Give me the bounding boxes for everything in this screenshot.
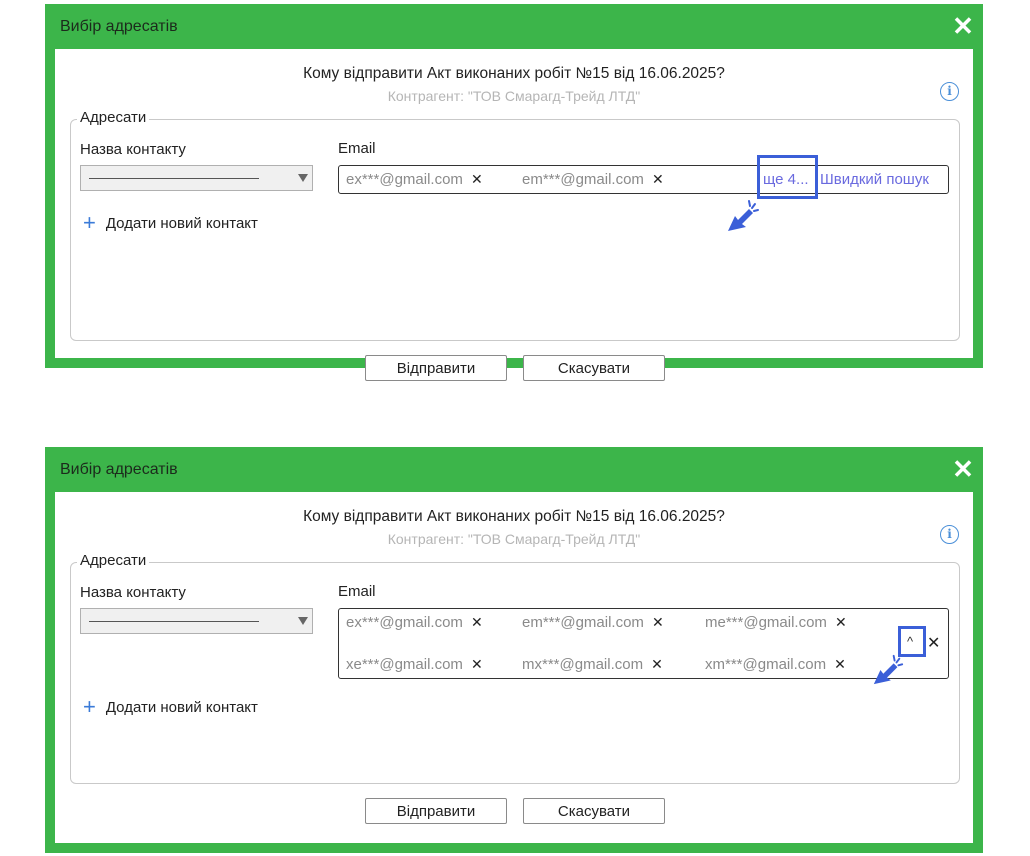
remove-chip-icon[interactable]: ✕: [834, 656, 846, 672]
plus-icon: +: [83, 694, 96, 719]
counterparty-text: Контрагент: "ТОВ Смарагд-Трейд ЛТД": [387, 531, 641, 547]
dialog-body: Кому відправити Акт виконаних робіт №15 …: [55, 492, 973, 843]
email-chip: ex***@gmail.com ✕: [346, 614, 483, 631]
info-icon[interactable]: i: [940, 82, 959, 101]
add-contact-label: Додати новий контакт: [105, 215, 258, 232]
recipients-group: Адресати Назва контакту Email ex***@gmai…: [70, 109, 960, 341]
chevron-down-icon: [298, 174, 308, 182]
contact-name-select[interactable]: [80, 608, 313, 634]
question-text: Кому відправити Акт виконаних робіт №15 …: [303, 508, 725, 525]
email-chip: mx***@gmail.com ✕: [522, 656, 663, 673]
recipients-legend: Адресати: [77, 552, 150, 569]
cancel-button[interactable]: Скасувати: [523, 798, 665, 824]
dialog-title: Вибір адресатів: [60, 18, 178, 35]
remove-chip-icon[interactable]: ✕: [471, 171, 483, 187]
remove-chip-icon[interactable]: ✕: [651, 656, 663, 672]
email-chip-text: xe***@gmail.com: [346, 656, 463, 673]
cancel-button[interactable]: Скасувати: [523, 355, 665, 381]
email-label: Email: [338, 583, 376, 600]
email-chip-text: em***@gmail.com: [522, 614, 644, 631]
remove-chip-icon[interactable]: ✕: [471, 656, 483, 672]
close-icon[interactable]: ✕: [951, 13, 975, 39]
contact-name-select[interactable]: [80, 165, 313, 191]
select-placeholder-line: [89, 178, 259, 179]
recipients-legend: Адресати: [77, 109, 150, 126]
email-label: Email: [338, 140, 376, 157]
email-chip: xm***@gmail.com ✕: [705, 656, 846, 673]
email-chip-text: me***@gmail.com: [705, 614, 827, 631]
email-chip: em***@gmail.com ✕: [522, 171, 664, 188]
counterparty-text: Контрагент: "ТОВ Смарагд-Трейд ЛТД": [387, 88, 641, 104]
highlight-frame: [757, 155, 818, 199]
email-chip-text: ex***@gmail.com: [346, 614, 463, 631]
pointer-cursor-icon: [873, 654, 904, 685]
question-text: Кому відправити Акт виконаних робіт №15 …: [303, 65, 725, 82]
email-tags-input[interactable]: ex***@gmail.com ✕ em***@gmail.com ✕ ще 4..…: [338, 165, 949, 194]
dialog-body: Кому відправити Акт виконаних робіт №15 …: [55, 49, 973, 381]
add-contact-button[interactable]: + Додати новий контакт: [83, 694, 258, 720]
close-icon[interactable]: ✕: [951, 456, 975, 482]
email-chip: em***@gmail.com ✕: [522, 614, 664, 631]
remove-chip-icon[interactable]: ✕: [652, 171, 664, 187]
chevron-down-icon: [298, 617, 308, 625]
email-tags-input[interactable]: ex***@gmail.com ✕ em***@gmail.com ✕ me***@…: [338, 608, 949, 679]
title-bar: Вибір адресатів ✕: [45, 4, 983, 49]
send-button[interactable]: Відправити: [365, 798, 507, 824]
remove-chip-icon[interactable]: ✕: [835, 614, 847, 630]
dialog-title: Вибір адресатів: [60, 461, 178, 478]
contact-name-label: Назва контакту: [80, 584, 186, 601]
email-chip: ex***@gmail.com ✕: [346, 171, 483, 188]
pointer-cursor-icon: [728, 200, 759, 231]
info-icon[interactable]: i: [940, 525, 959, 544]
quick-search-link[interactable]: Швидкий пошук: [820, 171, 929, 188]
add-contact-label: Додати новий контакт: [105, 699, 258, 716]
email-chip-text: mx***@gmail.com: [522, 656, 644, 673]
remove-chip-icon[interactable]: ✕: [652, 614, 664, 630]
dialog-collapsed: Вибір адресатів ✕ Кому відправити Акт ви…: [45, 4, 983, 381]
email-chip-text: xm***@gmail.com: [705, 656, 827, 673]
email-chip-text: ex***@gmail.com: [346, 171, 463, 188]
contact-name-label: Назва контакту: [80, 141, 186, 158]
add-contact-button[interactable]: + Додати новий контакт: [83, 210, 258, 236]
dialog-expanded: Вибір адресатів ✕ Кому відправити Акт ви…: [45, 447, 983, 853]
email-chip: xe***@gmail.com ✕: [346, 656, 483, 673]
select-placeholder-line: [89, 621, 259, 622]
plus-icon: +: [83, 210, 96, 235]
title-bar: Вибір адресатів ✕: [45, 447, 983, 492]
remove-chip-icon[interactable]: ✕: [471, 614, 483, 630]
recipients-group: Адресати Назва контакту Email ex***@gmai…: [70, 552, 960, 784]
email-chip: me***@gmail.com ✕: [705, 614, 847, 631]
send-button[interactable]: Відправити: [365, 355, 507, 381]
clear-all-icon[interactable]: ✕: [927, 633, 940, 653]
email-chip-text: em***@gmail.com: [522, 171, 644, 188]
